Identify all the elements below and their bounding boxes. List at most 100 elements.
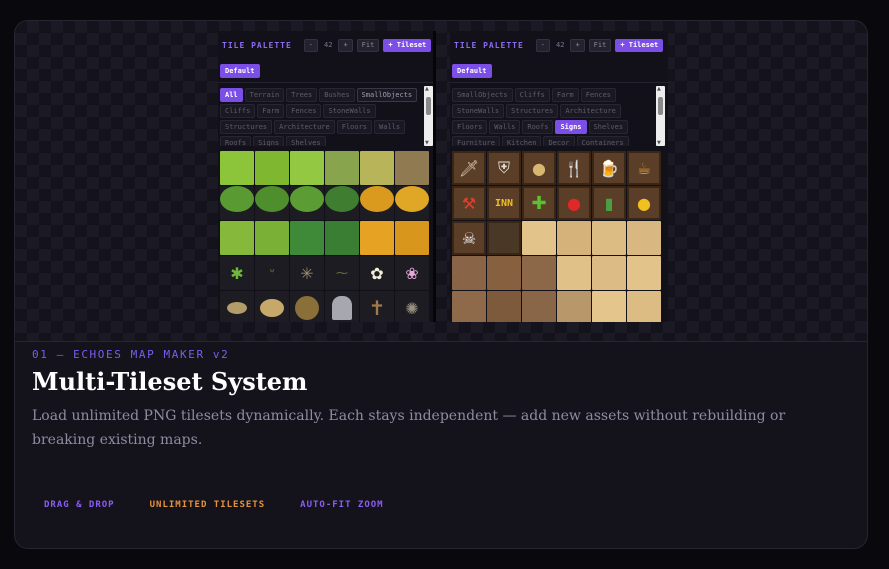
category-chip[interactable]: Shelves — [286, 136, 326, 146]
bread-sign-icon[interactable]: ● — [522, 151, 556, 185]
category-chip[interactable]: SmallObjects — [452, 88, 513, 102]
add-tileset-button[interactable]: + Tileset — [615, 38, 664, 52]
flower-icon[interactable]: ✿ — [360, 256, 394, 290]
potion-sign-icon[interactable]: ▮ — [592, 186, 626, 220]
wood-floor-tile[interactable] — [557, 291, 591, 322]
wood-floor-tile[interactable] — [627, 256, 661, 290]
tree-icon[interactable] — [255, 186, 289, 220]
fork-knife-sign-icon[interactable]: 🍴 — [557, 151, 591, 185]
wood-floor-tile[interactable] — [627, 291, 661, 322]
gravestone-icon[interactable] — [325, 291, 359, 322]
stump-icon[interactable] — [290, 291, 324, 322]
tileset-tab-default[interactable]: Default — [220, 64, 260, 78]
category-chip[interactable]: Signs — [555, 120, 587, 134]
wood-floor-tile[interactable] — [592, 221, 626, 255]
sprout-icon[interactable]: ᐡ — [255, 256, 289, 290]
scrollbar-thumb[interactable] — [426, 97, 431, 115]
category-chip[interactable]: Trees — [286, 88, 318, 102]
scrollbar-thumb[interactable] — [658, 97, 663, 115]
category-chip[interactable]: Terrain — [244, 88, 285, 102]
plant-icon[interactable]: ✱ — [220, 256, 254, 290]
zoom-in-button[interactable]: + — [338, 38, 353, 52]
category-chip[interactable]: Farm — [551, 88, 579, 102]
category-chip[interactable]: Shelves — [588, 120, 629, 134]
category-chip[interactable]: StoneWalls — [323, 104, 376, 118]
category-chip[interactable]: SmallObjects — [356, 88, 418, 102]
category-scrollbar[interactable] — [656, 86, 665, 146]
bush-tile[interactable] — [395, 221, 429, 255]
spider-icon[interactable]: ✳ — [290, 256, 324, 290]
category-chip[interactable]: Fences — [580, 88, 617, 102]
fit-button[interactable]: Fit — [356, 38, 380, 52]
rock-icon[interactable] — [220, 291, 254, 322]
add-tileset-button[interactable]: + Tileset — [383, 38, 432, 52]
category-chip[interactable]: Decor — [543, 136, 575, 146]
category-chip[interactable]: Cliffs — [514, 88, 550, 102]
blank-sign[interactable] — [487, 221, 521, 255]
category-chip[interactable]: Roofs — [522, 120, 554, 134]
zoom-in-button[interactable]: + — [570, 38, 585, 52]
tileset-tab-default[interactable]: Default — [452, 64, 492, 78]
coin-sign-icon[interactable]: ● — [627, 186, 661, 220]
tree-icon[interactable] — [395, 186, 429, 220]
bush-tile[interactable] — [360, 221, 394, 255]
grass-tile[interactable] — [220, 151, 254, 185]
fit-button[interactable]: Fit — [588, 38, 612, 52]
cross-sign-icon[interactable]: ✚ — [522, 186, 556, 220]
category-chip[interactable]: Fences — [286, 104, 322, 118]
bush-tile[interactable] — [325, 221, 359, 255]
zoom-out-button[interactable]: - — [303, 38, 319, 52]
grass-tile[interactable] — [290, 151, 324, 185]
tree-icon[interactable] — [290, 186, 324, 220]
wood-floor-tile[interactable] — [487, 291, 521, 322]
wood-floor-tile[interactable] — [522, 256, 556, 290]
category-chip[interactable]: Walls — [489, 120, 521, 134]
category-chip[interactable]: StoneWalls — [452, 104, 505, 118]
category-chip[interactable]: Roofs — [220, 136, 252, 146]
wood-floor-tile[interactable] — [557, 256, 591, 290]
category-chip[interactable]: Signs — [253, 136, 285, 146]
wood-floor-tile[interactable] — [627, 221, 661, 255]
grass-tile[interactable] — [325, 151, 359, 185]
web-icon[interactable]: ✺ — [395, 291, 429, 322]
wood-floor-tile[interactable] — [522, 291, 556, 322]
weed-icon[interactable]: ⁓ — [325, 256, 359, 290]
category-chip[interactable]: Structures — [506, 104, 559, 118]
teapot-sign-icon[interactable]: ☕ — [627, 151, 661, 185]
category-chip[interactable]: All — [220, 88, 243, 102]
flower-icon[interactable]: ❀ — [395, 256, 429, 290]
category-chip[interactable]: Floors — [336, 120, 373, 134]
wood-floor-tile[interactable] — [452, 291, 486, 322]
bush-tile[interactable] — [220, 221, 254, 255]
wood-floor-tile[interactable] — [592, 291, 626, 322]
tree-icon[interactable] — [360, 186, 394, 220]
rock-icon[interactable] — [255, 291, 289, 322]
cross-icon[interactable]: ✝ — [360, 291, 394, 322]
category-chip[interactable]: Floors — [452, 120, 488, 134]
category-chip[interactable]: Architecture — [274, 120, 335, 134]
dirt-tile[interactable] — [395, 151, 429, 185]
apple-sign-icon[interactable]: ● — [557, 186, 591, 220]
sword-sign-icon[interactable]: 🗡 — [452, 151, 486, 185]
wood-floor-tile[interactable] — [452, 256, 486, 290]
grass-tile[interactable] — [360, 151, 394, 185]
shield-sign-icon[interactable]: ⛨ — [487, 151, 521, 185]
category-chip[interactable]: Cliffs — [220, 104, 256, 118]
category-chip[interactable]: Architecture — [560, 104, 621, 118]
wood-floor-tile[interactable] — [592, 256, 626, 290]
category-chip[interactable]: Walls — [374, 120, 406, 134]
category-chip[interactable]: Structures — [220, 120, 273, 134]
category-chip[interactable]: Furniture — [452, 136, 500, 146]
grass-tile[interactable] — [255, 151, 289, 185]
skull-sign-icon[interactable]: ☠ — [452, 221, 486, 255]
category-chip[interactable]: Farm — [257, 104, 285, 118]
wood-floor-tile[interactable] — [557, 221, 591, 255]
bush-tile[interactable] — [255, 221, 289, 255]
zoom-out-button[interactable]: - — [535, 38, 551, 52]
hammer-sign-icon[interactable]: ⚒ — [452, 186, 486, 220]
category-chip[interactable]: Bushes — [319, 88, 355, 102]
inn-sign[interactable]: INN — [487, 186, 521, 220]
category-chip[interactable]: Kitchen — [501, 136, 542, 146]
tree-icon[interactable] — [325, 186, 359, 220]
bush-tile[interactable] — [290, 221, 324, 255]
